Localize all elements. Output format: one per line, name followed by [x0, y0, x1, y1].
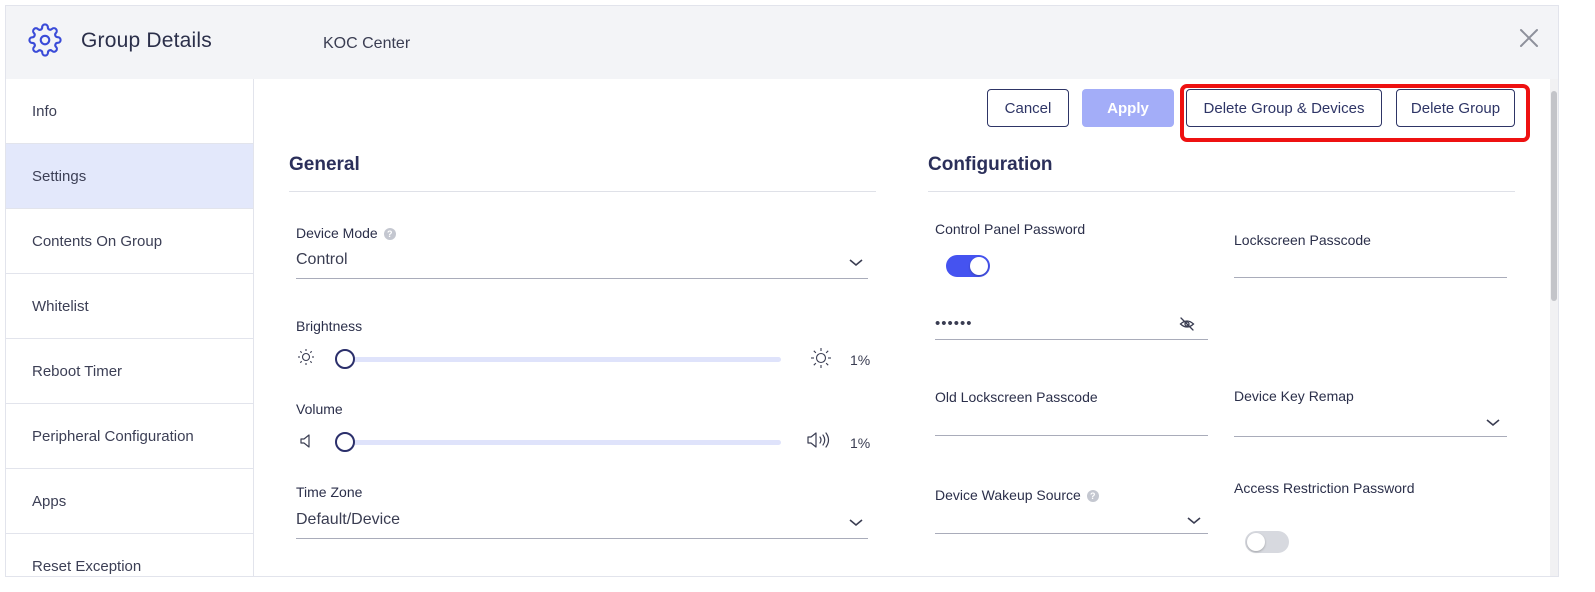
configuration-section-title: Configuration [928, 154, 1053, 175]
chevron-down-icon[interactable] [1485, 418, 1501, 428]
sidebar-item-apps[interactable]: Apps [6, 469, 253, 534]
access-restriction-password-label: Access Restriction Password [1234, 480, 1415, 496]
chevron-down-icon[interactable] [1186, 516, 1202, 526]
content-scrollbar[interactable] [1550, 79, 1558, 576]
group-name: KOC Center [323, 35, 411, 52]
sidebar-item-info[interactable]: Info [6, 79, 253, 144]
time-zone-label: Time Zone [296, 484, 363, 500]
sidebar-item-label: Whitelist [32, 297, 89, 315]
settings-content: Cancel Apply Delete Group & Devices Dele… [255, 79, 1558, 576]
brightness-value: 1% [850, 352, 871, 368]
settings-sidebar: Info Settings Contents On Group Whitelis… [6, 79, 254, 576]
general-section-title: General [289, 154, 360, 175]
access-restriction-password-toggle[interactable] [1245, 531, 1289, 553]
sidebar-item-label: Peripheral Configuration [32, 427, 194, 445]
sidebar-item-label: Info [32, 102, 58, 120]
device-mode-dropdown[interactable] [296, 278, 868, 279]
chevron-down-icon[interactable] [848, 518, 864, 528]
gear-icon [28, 23, 62, 57]
control-panel-password-underline [935, 339, 1208, 340]
group-details-modal: Group Details KOC Center Info Settings C… [6, 6, 1558, 576]
control-panel-password-label: Control Panel Password [935, 221, 1086, 237]
sun-small-icon [298, 349, 314, 365]
sidebar-item-contents-on-group[interactable]: Contents On Group [6, 209, 253, 274]
volume-slider[interactable] [335, 440, 781, 445]
sun-large-icon [811, 348, 831, 368]
sidebar-item-peripheral-configuration[interactable]: Peripheral Configuration [6, 404, 253, 469]
device-key-remap-label: Device Key Remap [1234, 388, 1354, 404]
lockscreen-passcode-label: Lockscreen Passcode [1234, 232, 1371, 248]
cancel-button[interactable]: Cancel [987, 89, 1069, 127]
sidebar-item-settings[interactable]: Settings [6, 144, 253, 209]
close-icon[interactable] [1514, 23, 1544, 53]
device-wakeup-source-label: Device Wakeup Source? [935, 487, 1099, 503]
sidebar-item-reset-exception[interactable]: Reset Exception [6, 534, 253, 576]
device-mode-value: Control [296, 251, 348, 268]
apply-button[interactable]: Apply [1082, 89, 1174, 127]
control-panel-password-toggle[interactable] [946, 255, 990, 277]
sidebar-item-reboot-timer[interactable]: Reboot Timer [6, 339, 253, 404]
sidebar-item-label: Contents On Group [32, 232, 163, 250]
volume-value: 1% [850, 435, 871, 451]
chevron-down-icon[interactable] [848, 258, 864, 268]
help-icon[interactable]: ? [1086, 490, 1099, 503]
sidebar-item-label: Apps [32, 492, 67, 510]
sidebar-item-label: Settings [32, 167, 87, 185]
scrollbar-thumb[interactable] [1551, 91, 1557, 301]
eye-off-icon[interactable] [1179, 316, 1195, 332]
old-lockscreen-passcode-input[interactable] [935, 435, 1208, 436]
device-wakeup-source-dropdown[interactable] [935, 533, 1208, 534]
control-panel-password-field[interactable]: •••••• [935, 315, 973, 332]
brightness-label: Brightness [296, 318, 363, 334]
volume-high-icon [807, 432, 830, 448]
highlight-box [1180, 84, 1530, 142]
brightness-slider-handle[interactable] [335, 349, 355, 369]
sidebar-item-label: Reset Exception [32, 557, 142, 575]
volume-label: Volume [296, 401, 343, 417]
configuration-divider [928, 191, 1515, 192]
help-icon[interactable]: ? [383, 228, 396, 241]
lockscreen-passcode-input[interactable] [1234, 277, 1507, 278]
page-title: Group Details [81, 29, 212, 52]
general-divider [289, 191, 876, 192]
brightness-slider[interactable] [335, 357, 781, 362]
time-zone-dropdown[interactable] [296, 538, 868, 539]
time-zone-value: Default/Device [296, 511, 401, 528]
device-key-remap-dropdown[interactable] [1234, 436, 1507, 437]
volume-low-icon [300, 434, 310, 448]
modal-header: Group Details KOC Center [6, 6, 1558, 79]
device-mode-label: Device Mode? [296, 225, 396, 241]
volume-slider-handle[interactable] [335, 432, 355, 452]
sidebar-item-label: Reboot Timer [32, 362, 123, 380]
sidebar-item-whitelist[interactable]: Whitelist [6, 274, 253, 339]
old-lockscreen-passcode-label: Old Lockscreen Passcode [935, 389, 1098, 405]
